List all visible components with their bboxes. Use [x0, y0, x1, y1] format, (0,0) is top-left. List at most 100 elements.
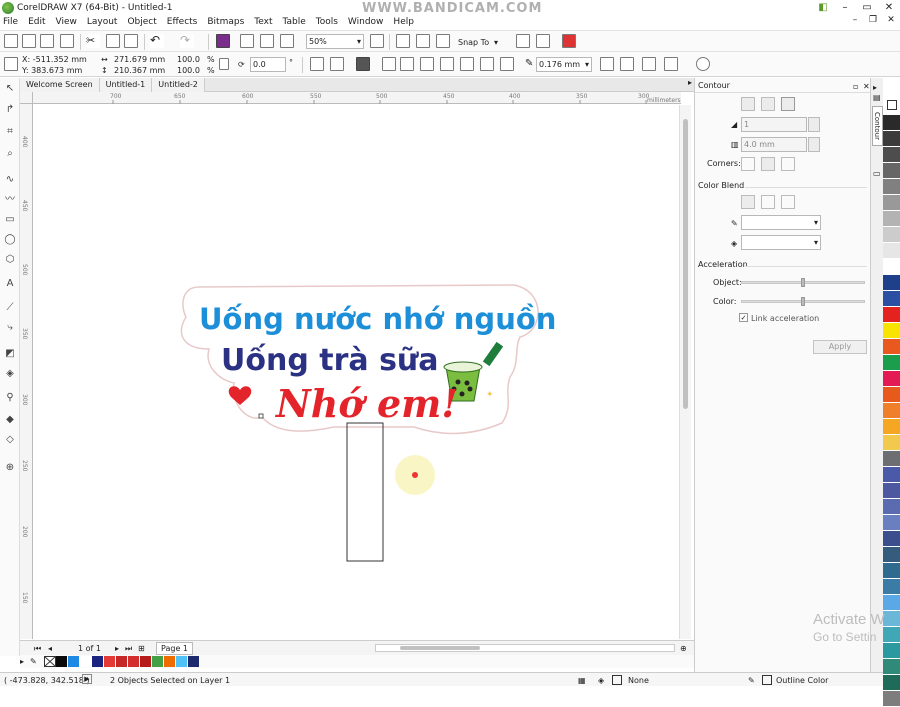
- palette-swatch[interactable]: [104, 656, 116, 667]
- height-field[interactable]: 210.367 mm: [114, 65, 165, 76]
- palette-swatch[interactable]: [80, 656, 92, 667]
- add-tool-icon[interactable]: ⊕: [4, 462, 16, 474]
- palette-swatch[interactable]: [883, 531, 900, 547]
- weld-icon[interactable]: [440, 57, 454, 71]
- horizontal-scroll-thumb[interactable]: [400, 646, 480, 650]
- pick-tool-icon[interactable]: ↖: [4, 83, 16, 95]
- palette-swatch[interactable]: [883, 419, 900, 435]
- cut-icon[interactable]: ✂: [86, 34, 100, 48]
- transparency-icon[interactable]: ◈: [4, 368, 16, 380]
- menu-text[interactable]: Text: [254, 17, 272, 27]
- tab-scroll-arrow-icon[interactable]: ▸: [688, 78, 692, 87]
- save-icon[interactable]: [40, 34, 54, 48]
- intersect-icon[interactable]: [480, 57, 494, 71]
- menu-view[interactable]: View: [56, 17, 77, 27]
- palette-swatch[interactable]: [883, 339, 900, 355]
- new-document-icon[interactable]: [4, 34, 18, 48]
- smart-fill-icon[interactable]: ◇: [4, 434, 16, 446]
- hints-icon[interactable]: [696, 57, 710, 71]
- link-acceleration-checkbox[interactable]: ✓: [739, 313, 748, 322]
- palette-swatch[interactable]: [68, 656, 80, 667]
- restore-button[interactable]: ▭: [856, 0, 878, 15]
- y-position-field[interactable]: Y: 383.673 mm: [22, 65, 82, 76]
- palette-swatch[interactable]: [883, 547, 900, 563]
- palette-swatch[interactable]: [883, 643, 900, 659]
- import-icon[interactable]: [240, 34, 254, 48]
- rotation-field[interactable]: 0.0: [250, 57, 286, 72]
- next-page-icon[interactable]: ▸: [115, 643, 119, 654]
- color-accel-knob[interactable]: [801, 297, 805, 306]
- palette-swatch[interactable]: [883, 211, 900, 227]
- zoom-tool-icon[interactable]: ⌕: [4, 148, 16, 160]
- inside-contour-button[interactable]: [761, 97, 775, 111]
- application-launcher-icon[interactable]: [536, 34, 550, 48]
- options-icon[interactable]: [516, 34, 530, 48]
- open-icon[interactable]: [22, 34, 36, 48]
- vertical-ruler[interactable]: 400 450 500 350 300 250 200 150: [20, 104, 33, 639]
- mirror-horizontal-icon[interactable]: [310, 57, 324, 71]
- palette-swatch[interactable]: [883, 179, 900, 195]
- trim-icon[interactable]: [460, 57, 474, 71]
- contour-steps-field[interactable]: 1: [741, 117, 807, 132]
- palette-swatch[interactable]: [152, 656, 164, 667]
- interactive-fill-icon[interactable]: ◆: [4, 414, 16, 426]
- page-1-tab[interactable]: Page 1: [156, 642, 193, 655]
- no-color-swatch[interactable]: [44, 656, 56, 667]
- show-guidelines-icon[interactable]: [436, 34, 450, 48]
- menu-effects[interactable]: Effects: [167, 17, 198, 27]
- to-center-button[interactable]: [741, 97, 755, 111]
- first-page-icon[interactable]: ⏮: [34, 643, 41, 654]
- menu-file[interactable]: File: [3, 17, 18, 27]
- horizontal-scrollbar[interactable]: [375, 644, 675, 652]
- palette-swatch[interactable]: [56, 656, 68, 667]
- palette-swatch[interactable]: [883, 275, 900, 291]
- menu-help[interactable]: Help: [393, 17, 414, 27]
- outline-swatch[interactable]: [762, 675, 772, 685]
- tab-welcome-screen[interactable]: Welcome Screen: [20, 78, 100, 92]
- palette-swatch[interactable]: [883, 659, 900, 675]
- apply-button[interactable]: Apply: [813, 340, 867, 354]
- prev-page-icon[interactable]: ◂: [48, 643, 52, 654]
- menu-object[interactable]: Object: [127, 17, 156, 27]
- close-button[interactable]: ✕: [878, 0, 900, 15]
- drawing-canvas[interactable]: ✦ Uống nước nhớ nguồn Uống trà sữa Nhớ e…: [34, 105, 679, 639]
- play-macro-icon[interactable]: ▶: [82, 674, 92, 684]
- group-icon[interactable]: [356, 57, 370, 71]
- palette-swatch[interactable]: [883, 563, 900, 579]
- color-eyedropper-icon[interactable]: ⚲: [4, 392, 16, 404]
- polygon-tool-icon[interactable]: ⬡: [4, 254, 16, 266]
- to-front-icon[interactable]: [600, 57, 614, 71]
- palette-swatch[interactable]: [883, 483, 900, 499]
- palette-swatch[interactable]: [164, 656, 176, 667]
- menu-window[interactable]: Window: [348, 17, 384, 27]
- docker-pin-icon[interactable]: ▫: [853, 81, 858, 92]
- feedback-icon[interactable]: ◧: [812, 0, 834, 15]
- palette-swatch[interactable]: [883, 403, 900, 419]
- object-accel-knob[interactable]: [801, 278, 805, 287]
- freehand-tool-icon[interactable]: ∿: [4, 174, 16, 186]
- shape-tool-icon[interactable]: ↱: [4, 104, 16, 116]
- palette-swatch[interactable]: [883, 355, 900, 371]
- palette-swatch[interactable]: [176, 656, 188, 667]
- minimize-button[interactable]: –: [834, 0, 856, 15]
- linear-blend-button[interactable]: [741, 195, 755, 209]
- beveled-corners-button[interactable]: [781, 157, 795, 171]
- vertical-scrollbar[interactable]: [679, 105, 691, 639]
- palette-swatch[interactable]: [883, 579, 900, 595]
- scale-height-field[interactable]: 100.0: [177, 65, 200, 76]
- combine-icon[interactable]: [420, 57, 434, 71]
- palette-swatch[interactable]: [883, 627, 900, 643]
- palette-swatch[interactable]: [883, 131, 900, 147]
- lock-ratio-icon[interactable]: [219, 58, 229, 70]
- palette-swatch[interactable]: [883, 243, 900, 259]
- fill-swatch-none[interactable]: [612, 675, 622, 685]
- redo-icon[interactable]: ↷: [180, 34, 194, 48]
- palette-swatch[interactable]: [883, 115, 900, 131]
- welcome-screen-icon[interactable]: [562, 34, 576, 48]
- mitered-corners-button[interactable]: [741, 157, 755, 171]
- last-page-icon[interactable]: ⏭: [125, 643, 132, 654]
- menu-edit[interactable]: Edit: [28, 17, 45, 27]
- ellipse-tool-icon[interactable]: ◯: [4, 234, 16, 246]
- doc-minimize-button[interactable]: –: [846, 15, 864, 25]
- ruler-origin[interactable]: [20, 92, 33, 104]
